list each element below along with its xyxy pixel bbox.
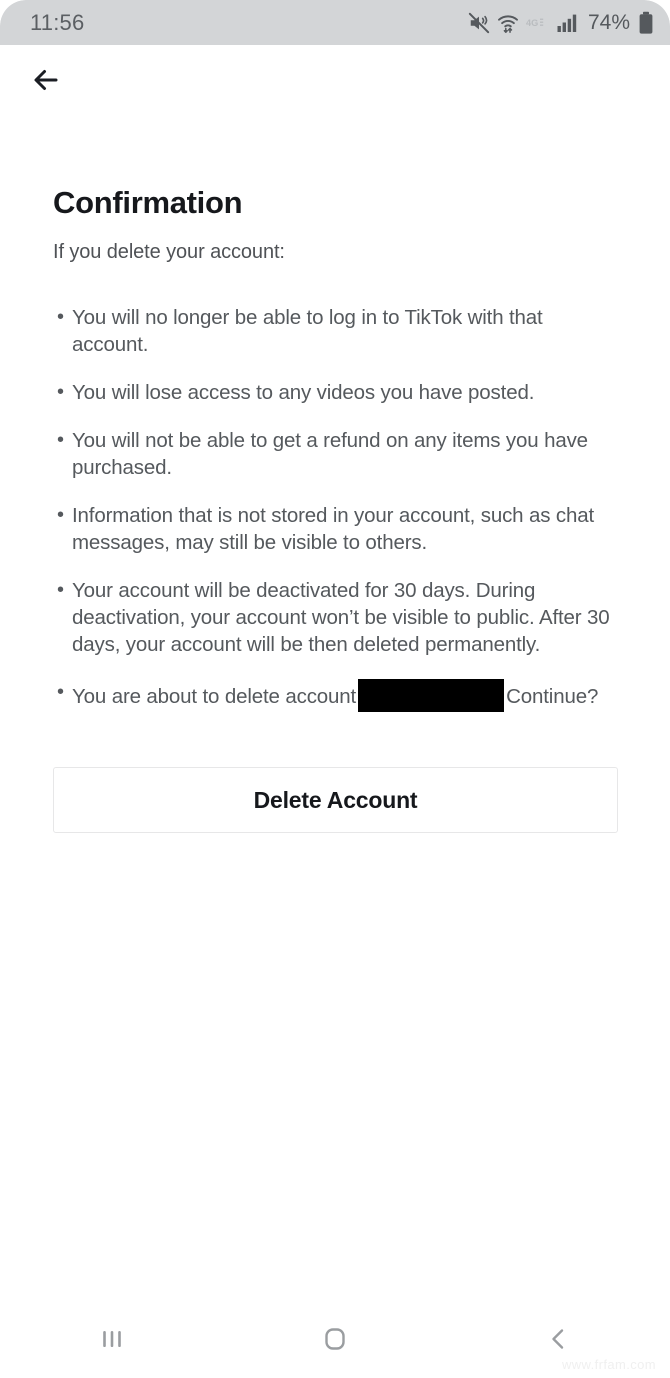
list-item: Information that is not stored in your a… bbox=[57, 502, 620, 556]
status-bar: 11:56 4G 74% bbox=[0, 0, 670, 45]
app-header bbox=[0, 45, 670, 123]
confirmation-prefix-text: You are about to delete account bbox=[72, 685, 357, 708]
signal-bars-icon bbox=[557, 13, 579, 33]
back-arrow-icon bbox=[34, 70, 58, 90]
svg-text:4G: 4G bbox=[526, 18, 538, 28]
back-button[interactable] bbox=[26, 59, 68, 101]
confirmation-suffix-text: Continue? bbox=[506, 685, 599, 708]
wifi-icon bbox=[497, 12, 519, 34]
back-chevron-icon bbox=[552, 1329, 564, 1349]
mute-vibrate-icon bbox=[468, 12, 490, 34]
status-bar-icons: 4G 74% bbox=[468, 11, 654, 35]
battery-icon bbox=[638, 11, 654, 35]
battery-percentage-label: 74% bbox=[587, 10, 630, 34]
recents-icon bbox=[102, 1331, 121, 1347]
4g-icon: 4G bbox=[526, 15, 550, 31]
home-icon bbox=[325, 1328, 345, 1350]
recents-button[interactable] bbox=[0, 1300, 223, 1378]
list-item: You will not be able to get a refund on … bbox=[57, 427, 620, 481]
consequences-list: You will no longer be able to log in to … bbox=[0, 264, 670, 712]
list-item: Your account will be deactivated for 30 … bbox=[57, 577, 620, 658]
redacted-username-block bbox=[358, 679, 505, 712]
list-item: You will no longer be able to log in to … bbox=[57, 304, 620, 358]
status-bar-clock: 11:56 bbox=[30, 9, 85, 35]
delete-account-button[interactable]: Delete Account bbox=[53, 767, 618, 833]
watermark: www.frfam.com bbox=[561, 1357, 656, 1372]
main-content: Confirmation If you delete your account:… bbox=[0, 123, 670, 833]
action-area: Delete Account bbox=[0, 733, 670, 833]
list-item: You will lose access to any videos you h… bbox=[57, 379, 620, 406]
page-subtitle: If you delete your account: bbox=[53, 241, 285, 263]
home-button[interactable] bbox=[223, 1300, 446, 1378]
phone-screen: 11:56 4G 74% Confirmation If you delete … bbox=[0, 0, 670, 1378]
list-item-account-confirmation: You are about to delete account Continue? bbox=[57, 679, 620, 712]
page-title: Confirmation bbox=[53, 185, 243, 220]
